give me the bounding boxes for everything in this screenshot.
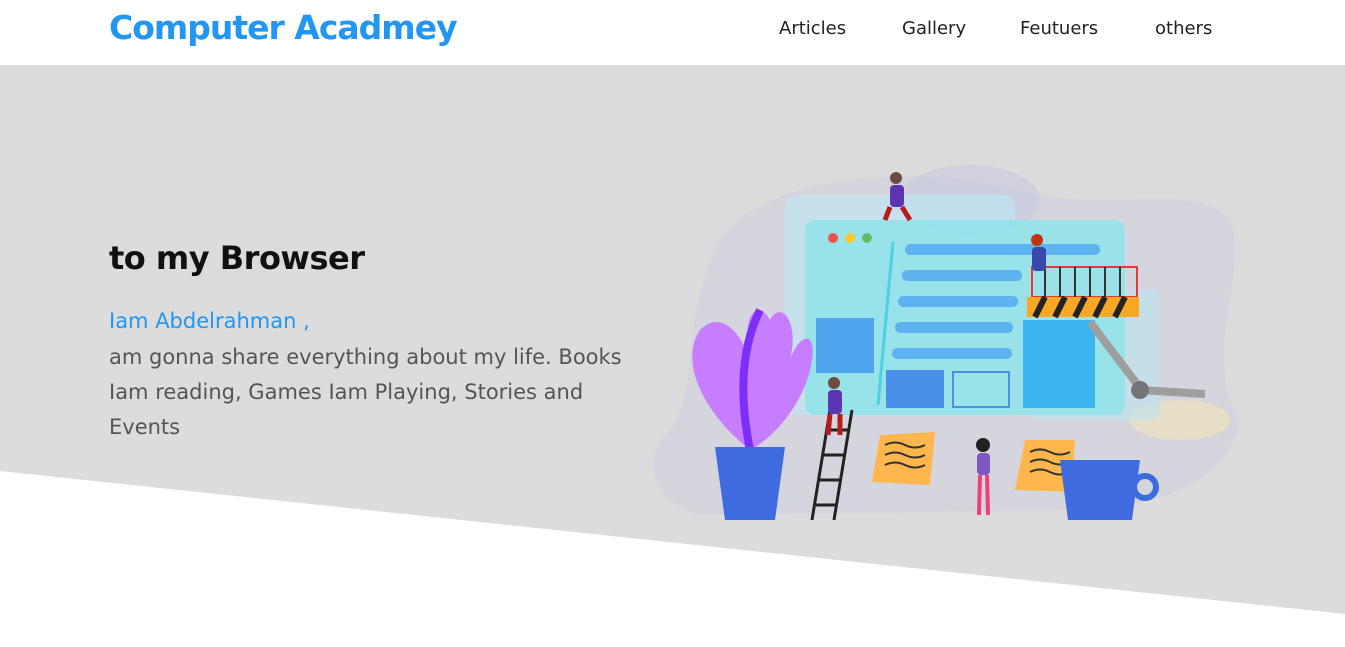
nav-item-features[interactable]: Feutuers xyxy=(1020,18,1098,39)
nav-item-others[interactable]: others xyxy=(1155,18,1212,39)
nav-item-articles[interactable]: Articles xyxy=(779,18,846,39)
hero-title: to my Browser xyxy=(109,239,365,277)
hero-description: am gonna share everything about my life.… xyxy=(109,345,622,439)
web-development-illustration xyxy=(653,165,1240,521)
author-name: Iam Abdelrahman , xyxy=(109,309,310,333)
site-header: Computer Acadmey Articles Gallery Feutue… xyxy=(0,0,1345,65)
nav-item-gallery[interactable]: Gallery xyxy=(902,18,966,39)
main-nav: Articles Gallery Feutuers others xyxy=(0,18,1345,44)
